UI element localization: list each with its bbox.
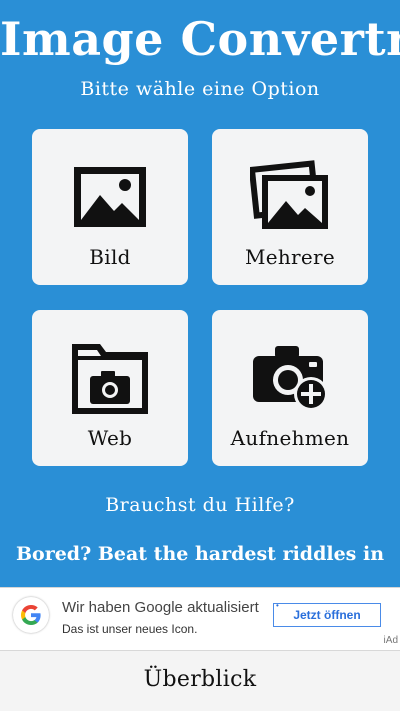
overview-tab[interactable]: Überblick: [0, 650, 400, 711]
option-web-button[interactable]: Web: [32, 310, 188, 466]
ad-body: Das ist unser neues Icon.: [62, 622, 198, 636]
help-link[interactable]: Brauchst du Hilfe?: [0, 494, 400, 516]
ad-banner[interactable]: Wir haben Google aktualisiert Das ist un…: [0, 587, 400, 650]
option-aufnehmen-button[interactable]: Aufnehmen: [212, 310, 368, 466]
folder-camera-icon: [72, 344, 148, 414]
option-label: Aufnehmen: [230, 426, 350, 450]
ad-cta-marker-icon: •: [276, 601, 279, 610]
camera-add-icon: [253, 346, 328, 411]
option-mehrere-button[interactable]: Mehrere: [212, 129, 368, 285]
app-title: Image Convertr: [0, 12, 400, 66]
image-icon: [74, 167, 146, 227]
option-label: Web: [87, 426, 133, 450]
iad-badge: iAd: [383, 635, 398, 646]
promo-banner-text[interactable]: Bored? Beat the hardest riddles in: [0, 543, 400, 565]
option-label: Bild: [89, 245, 131, 269]
google-logo-icon: [13, 597, 49, 633]
app-subtitle: Bitte wähle eine Option: [80, 78, 320, 100]
ad-headline: Wir haben Google aktualisiert: [62, 599, 259, 616]
option-bild-button[interactable]: Bild: [32, 129, 188, 285]
option-label: Mehrere: [244, 245, 336, 269]
ad-cta-button[interactable]: Jetzt öffnen: [273, 603, 381, 627]
multiple-images-icon: [250, 160, 328, 229]
